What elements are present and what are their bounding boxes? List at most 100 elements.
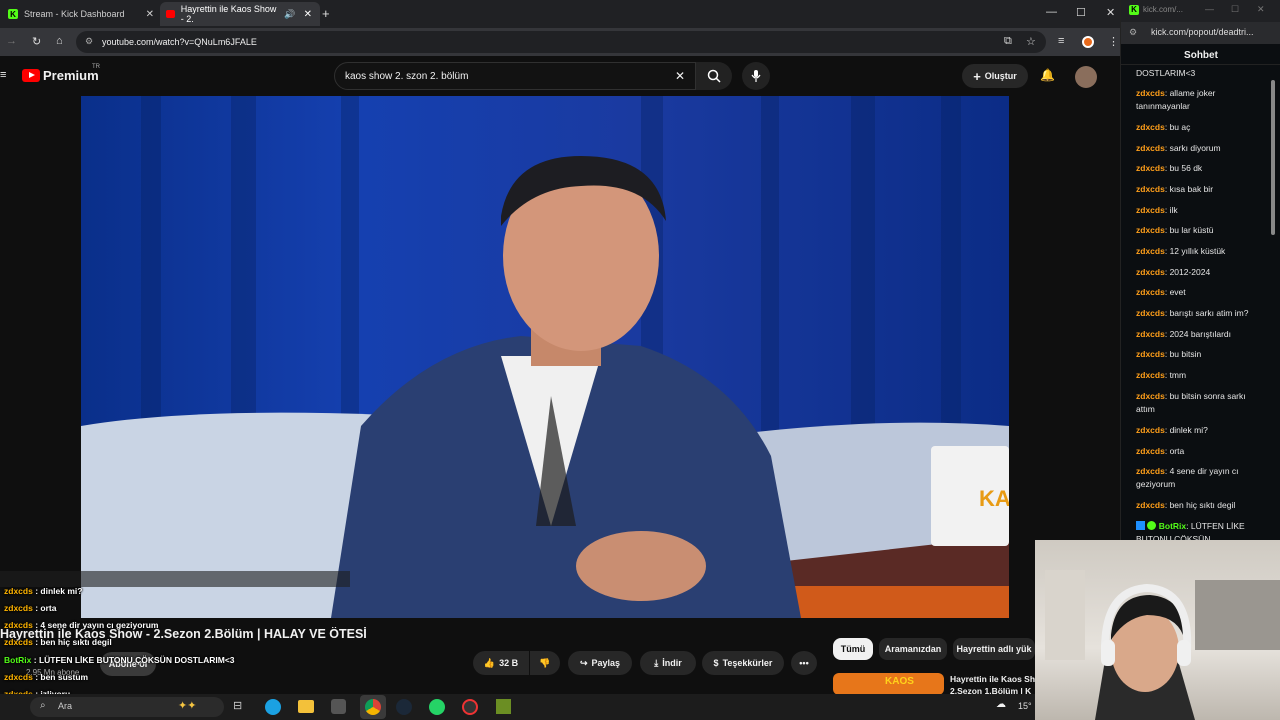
close-window-button[interactable]: ✕: [1106, 6, 1115, 19]
thumbs-down-icon: 👎: [539, 657, 551, 668]
menu-dots-icon[interactable]: ⋮: [1108, 35, 1119, 48]
thanks-label: Teşekkürler: [722, 658, 773, 668]
steam-icon[interactable]: [396, 699, 412, 715]
chat-message: zdxcds: tmm: [1136, 370, 1187, 380]
kick-window-title: kick.com/...: [1143, 5, 1184, 14]
chat-message: zdxcds: dinlek mi?: [1136, 425, 1208, 435]
create-button[interactable]: + Oluştur: [962, 64, 1028, 88]
chat-message: zdxcds: 12 yıllık küstük: [1136, 246, 1226, 256]
minecraft-icon[interactable]: [496, 699, 511, 714]
microphone-icon: [751, 70, 761, 82]
chat-divider: [1121, 64, 1280, 65]
profile-avatar[interactable]: [1082, 36, 1094, 48]
create-label: Oluştur: [984, 71, 1017, 81]
browser-tab-bar: K Stream - Kick Dashboard ✕ Hayrettin il…: [0, 0, 1120, 28]
weather-icon: ☁: [996, 699, 1006, 710]
share-icon: ↪: [579, 657, 588, 668]
chat-message: zdxcds: ben hiç sıktı degil: [1136, 500, 1236, 510]
search-icon: ⌕: [40, 700, 46, 711]
maximize-button[interactable]: ☐: [1076, 6, 1086, 19]
chat-message: zdxcds: bu 56 dk: [1136, 163, 1203, 173]
minimize-button[interactable]: —: [1205, 4, 1214, 14]
thanks-button[interactable]: $ Teşekkürler: [702, 651, 784, 675]
speaker-icon[interactable]: 🔊: [284, 9, 295, 20]
tab-youtube-video[interactable]: Hayrettin ile Kaos Show - 2. 🔊 ✕: [160, 2, 320, 26]
url-field[interactable]: ⚙ youtube.com/watch?v=QNuLm6JFALE: [76, 31, 1046, 53]
dislike-button[interactable]: 👎: [530, 651, 560, 675]
video-frame: KA: [81, 96, 1009, 618]
chat-message: DOSTLARIM<3: [1136, 68, 1196, 78]
tab-kick-dashboard[interactable]: K Stream - Kick Dashboard ✕: [2, 2, 162, 26]
site-info-icon[interactable]: ⚙: [85, 36, 93, 47]
thumbs-up-icon: 👍: [483, 657, 496, 668]
video-player[interactable]: KA: [81, 96, 1009, 618]
chip-hayrettin[interactable]: Hayrettin adlı yük: [953, 638, 1035, 660]
close-tab-icon[interactable]: ✕: [304, 9, 312, 20]
overlay-chat-message: zdxcds : orta: [4, 603, 57, 613]
search-highlight-icon: ✦✦: [178, 700, 197, 712]
minimize-button[interactable]: —: [1046, 6, 1057, 18]
like-button[interactable]: 👍 32 B: [473, 651, 529, 675]
chip-all[interactable]: Tümü: [833, 638, 873, 660]
chip-label: Hayrettin adlı yük: [956, 644, 1032, 654]
bookmark-star-icon[interactable]: ☆: [1026, 35, 1036, 48]
url-text: youtube.com/watch?v=QNuLm6JFALE: [102, 37, 257, 47]
search-button[interactable]: [696, 62, 732, 90]
edge-icon[interactable]: [265, 699, 281, 715]
chip-label: Tümü: [840, 644, 866, 654]
tab-label: Hayrettin ile Kaos Show - 2.: [180, 4, 277, 24]
hamburger-menu-icon[interactable]: ≡: [0, 69, 6, 81]
close-tab-icon[interactable]: ✕: [146, 9, 154, 20]
account-avatar[interactable]: [1075, 66, 1097, 88]
chip-from-search[interactable]: Aramanızdan: [879, 638, 947, 660]
chat-message: zdxcds: ilk: [1136, 205, 1178, 215]
address-toolbar: → ↻ ⌂ ⚙ youtube.com/watch?v=QNuLm6JFALE …: [0, 28, 1120, 56]
search-input[interactable]: kaos show 2. szon 2. bölüm ✕: [334, 62, 696, 90]
clear-search-icon[interactable]: ✕: [675, 69, 685, 83]
more-actions-button[interactable]: •••: [791, 651, 817, 675]
maximize-button[interactable]: ☐: [1231, 4, 1239, 15]
overlay-chat-message: zdxcds : 4 sene dir yayın cı geziyorum: [4, 620, 159, 630]
new-tab-button[interactable]: +: [322, 6, 330, 21]
chat-message: zdxcds: orta: [1136, 446, 1185, 456]
task-view-icon[interactable]: ⊟: [233, 699, 242, 712]
notifications-bell-icon[interactable]: 🔔: [1040, 68, 1055, 82]
share-button[interactable]: ↪ Paylaş: [568, 651, 632, 675]
kick-favicon-icon: K: [1129, 5, 1139, 15]
chat-message: zdxcds: 2024 barıştılardı: [1136, 329, 1231, 339]
close-window-button[interactable]: ✕: [1257, 4, 1265, 15]
youtube-favicon-icon: [166, 10, 175, 18]
site-info-icon[interactable]: ⚙: [1129, 27, 1137, 38]
recommended-title: Hayrettin ile Kaos Sh: [950, 674, 1036, 684]
media-control-icon[interactable]: ≡: [1058, 35, 1064, 47]
chat-message: zdxcds: bu bitsin sonra sarkı attım: [1136, 391, 1246, 414]
tab-label: Stream - Kick Dashboard: [24, 9, 125, 19]
chat-message: zdxcds: bu aç: [1136, 122, 1191, 132]
more-dots-icon: •••: [799, 658, 809, 668]
install-icon[interactable]: ⧉: [1004, 35, 1012, 48]
voice-search-button[interactable]: [742, 62, 770, 90]
obs-icon[interactable]: [462, 699, 478, 715]
chat-scrollbar[interactable]: [1271, 80, 1275, 235]
verified-badge-icon: [1147, 521, 1157, 530]
download-button[interactable]: ⤓ İndir: [640, 651, 696, 675]
chat-message: zdxcds: bu lar küstü: [1136, 225, 1214, 235]
recommended-thumbnail[interactable]: KAOS: [833, 673, 944, 695]
youtube-logo-icon[interactable]: [22, 69, 40, 82]
store-icon[interactable]: [331, 699, 346, 714]
chrome-taskbar-button[interactable]: [360, 695, 386, 719]
home-icon[interactable]: ⌂: [56, 35, 63, 47]
windows-taskbar: ⌕ Ara ✦✦ ⊟ ☁ 15°: [0, 694, 1035, 720]
taskbar-search[interactable]: ⌕ Ara ✦✦: [30, 697, 224, 717]
svg-text:KA: KA: [979, 486, 1009, 511]
back-icon[interactable]: →: [6, 35, 17, 47]
region-badge: TR: [92, 64, 100, 70]
overlay-chat-faded-row: [0, 571, 350, 587]
youtube-premium-logo[interactable]: Premium: [43, 68, 99, 83]
kick-window-titlebar: K kick.com/... — ☐ ✕: [1121, 0, 1280, 22]
file-explorer-icon[interactable]: [298, 700, 314, 713]
thanks-icon: $: [713, 658, 719, 668]
whatsapp-icon[interactable]: [429, 699, 445, 715]
reload-icon[interactable]: ↻: [32, 35, 41, 48]
kick-url-bar[interactable]: ⚙ kick.com/popout/deadtri...: [1121, 22, 1280, 44]
